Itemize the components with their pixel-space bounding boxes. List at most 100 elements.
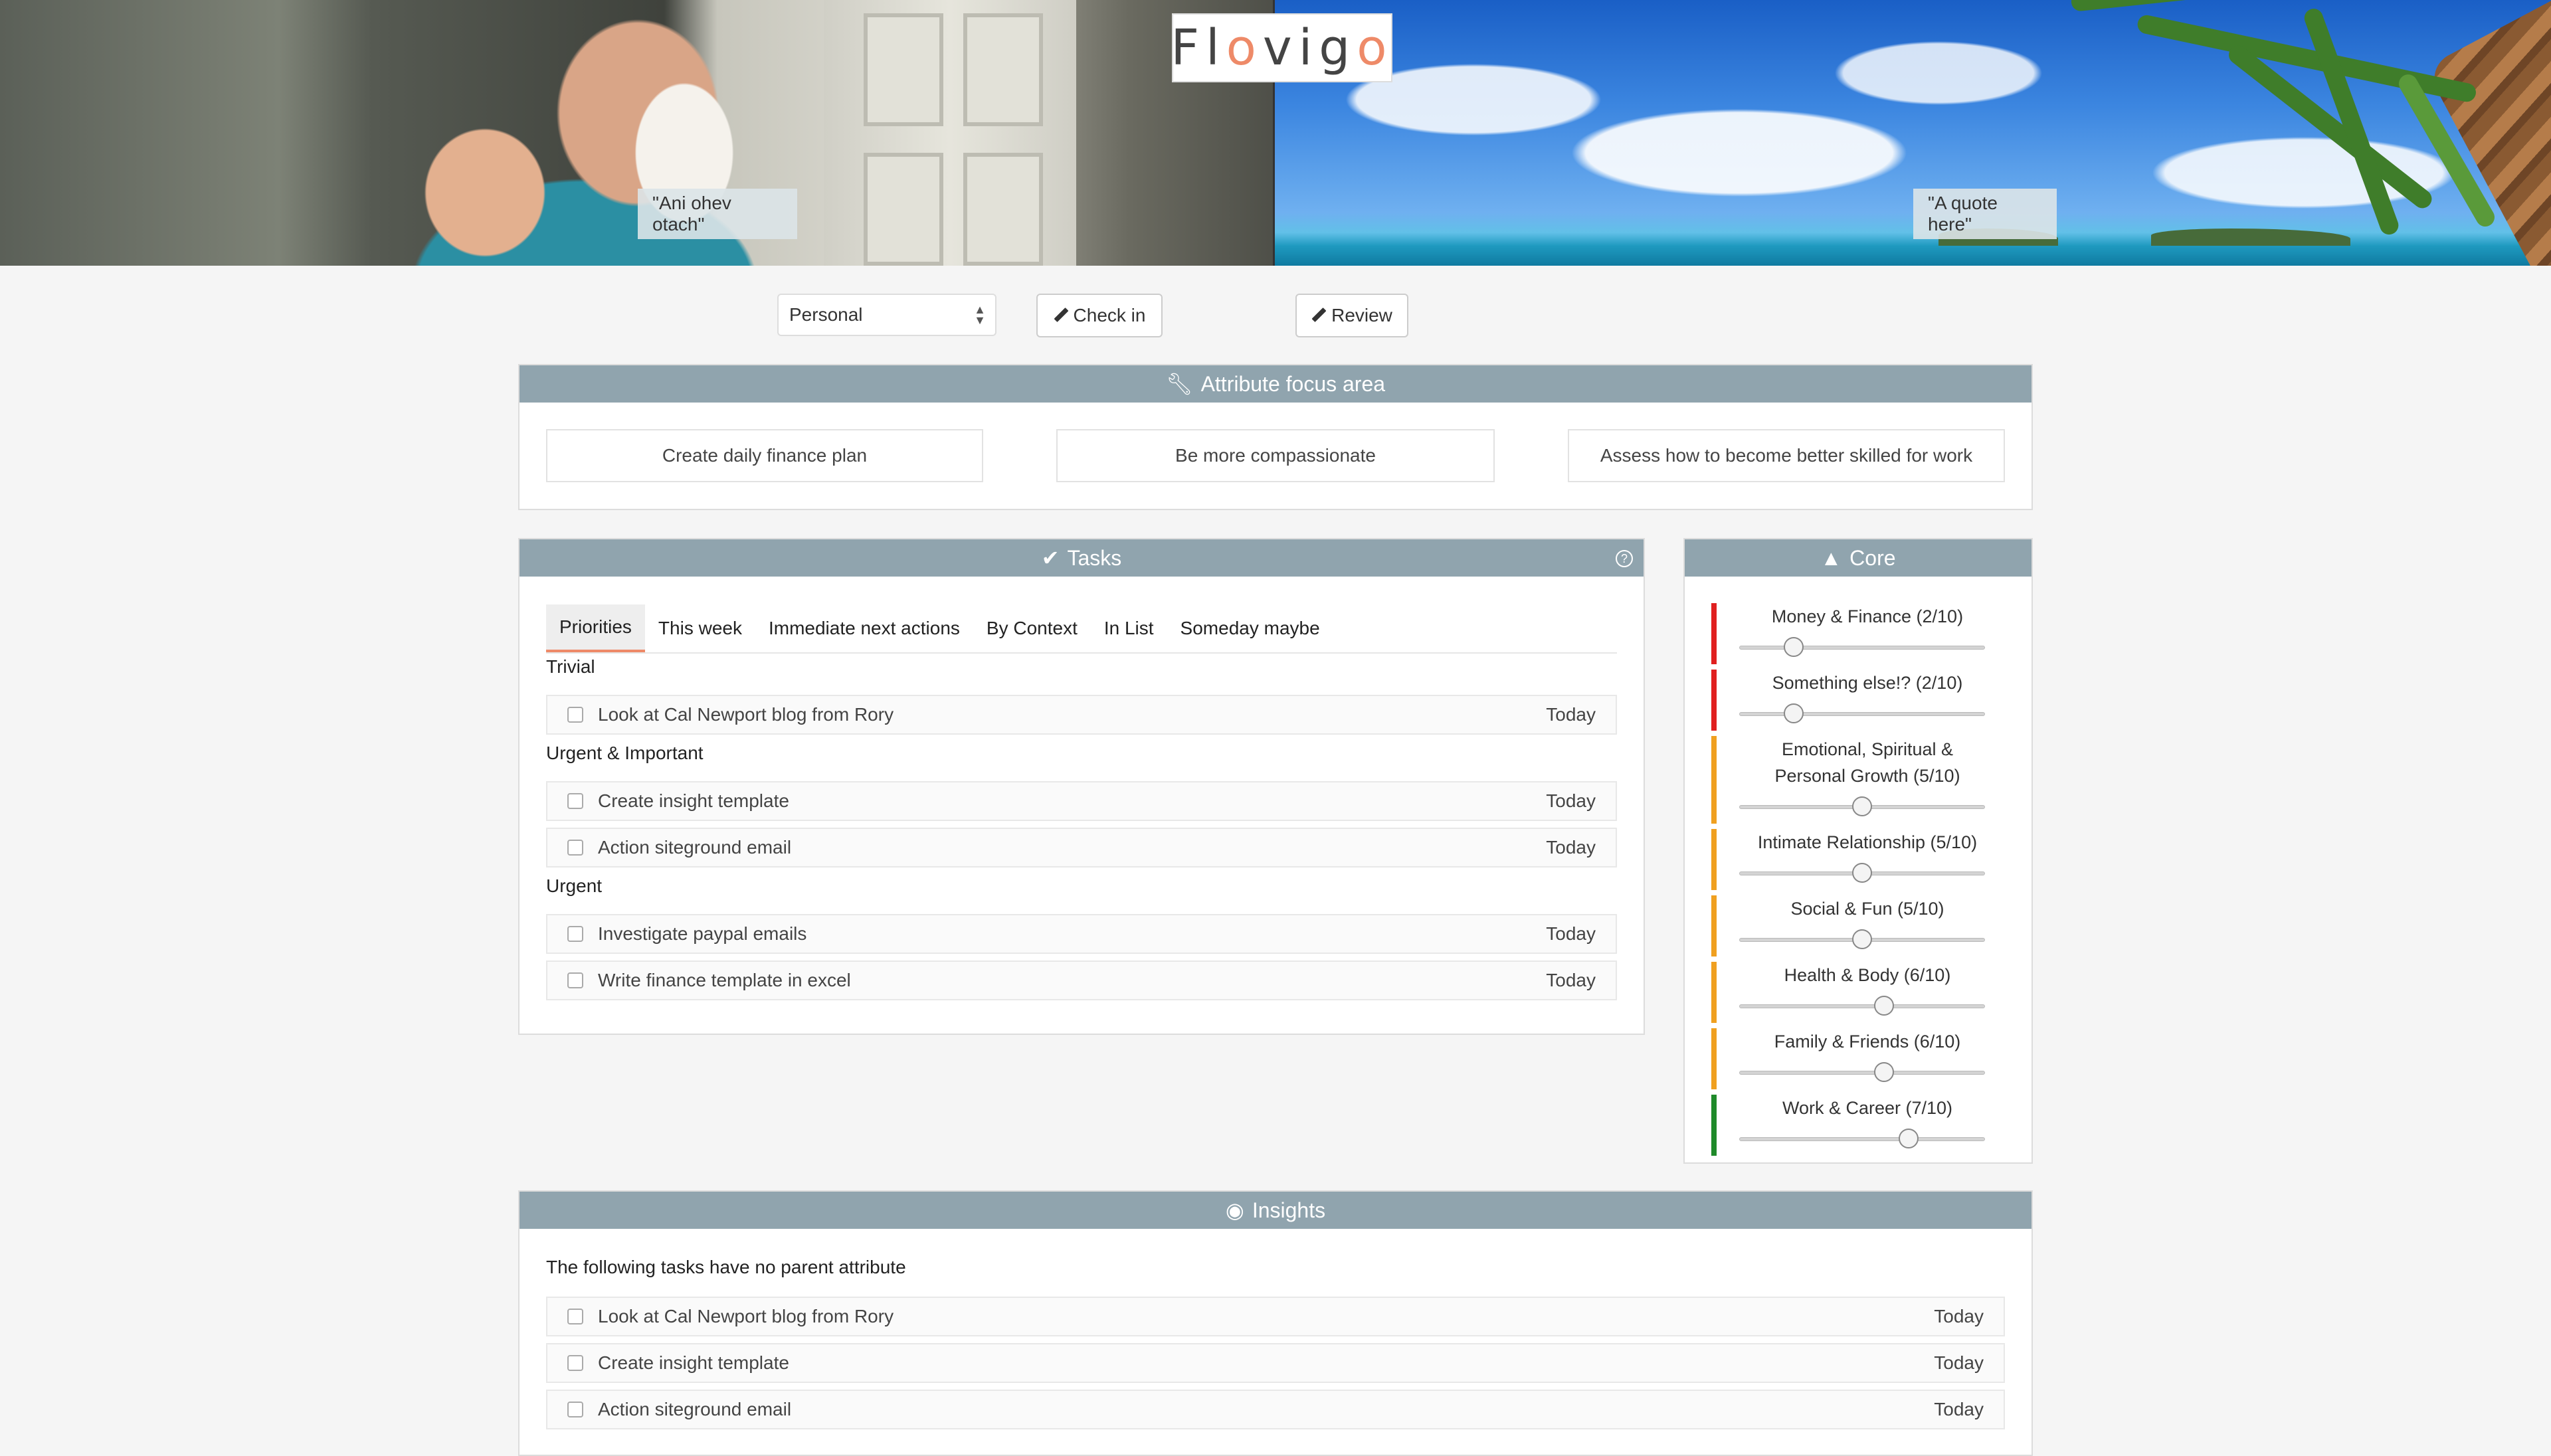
group-label-trivial: Trivial: [546, 656, 595, 677]
slider-knob[interactable]: [1852, 929, 1872, 949]
core-status-bar: [1711, 603, 1717, 664]
review-button[interactable]: Review: [1295, 294, 1408, 337]
core-status-bar: [1711, 1028, 1717, 1089]
insight-row[interactable]: Look at Cal Newport blog from Rory Today: [546, 1297, 2005, 1336]
core-label: Emotional, Spiritual & Personal Growth (…: [1774, 739, 1960, 786]
core-status-bar: [1711, 670, 1717, 731]
core-slider[interactable]: [1739, 863, 1985, 883]
header-banner: Fl o vig o "Ani ohev otach" "A quote here": [0, 0, 2551, 266]
task-checkbox[interactable]: [567, 926, 583, 942]
focus-item[interactable]: Assess how to become better skilled for …: [1568, 429, 2005, 482]
core-status-bar: [1711, 1095, 1717, 1156]
core-status-bar: [1711, 895, 1717, 956]
task-text: Look at Cal Newport blog from Rory: [598, 1306, 894, 1326]
pencil-icon: [1054, 308, 1068, 323]
focus-item[interactable]: Be more compassionate: [1056, 429, 1495, 482]
task-text: Look at Cal Newport blog from Rory: [598, 704, 894, 725]
check-in-button[interactable]: Check in: [1036, 294, 1163, 337]
task-row[interactable]: Action siteground email Today: [546, 828, 1617, 867]
area-select[interactable]: Personal ▲ ▼: [777, 294, 996, 336]
core-slider[interactable]: [1739, 703, 1985, 723]
pencil-icon: [1311, 308, 1326, 323]
help-icon[interactable]: ?: [1616, 550, 1633, 567]
slider-knob[interactable]: [1852, 863, 1872, 883]
task-text: Investigate paypal emails: [598, 923, 807, 944]
task-checkbox[interactable]: [567, 1355, 583, 1371]
attribute-focus-title: Attribute focus area: [1200, 371, 1386, 396]
core-label: Family & Friends (6/10): [1774, 1032, 1961, 1051]
core-slider[interactable]: [1739, 996, 1985, 1016]
insight-row[interactable]: Create insight template Today: [546, 1343, 2005, 1383]
task-checkbox[interactable]: [567, 707, 583, 723]
tab-in-list[interactable]: In List: [1091, 604, 1167, 652]
task-date: Today: [1546, 923, 1596, 944]
core-item: Money & Finance (2/10): [1711, 603, 1997, 664]
task-tabs: Priorities This week Immediate next acti…: [546, 604, 1617, 654]
insight-row[interactable]: Action siteground email Today: [546, 1390, 2005, 1429]
check-in-label: Check in: [1073, 305, 1146, 325]
tab-priorities[interactable]: Priorities: [546, 604, 645, 652]
core-item: Health & Body (6/10): [1711, 962, 1997, 1023]
core-item: Work & Career (7/10): [1711, 1095, 1997, 1156]
core-slider[interactable]: [1739, 796, 1985, 816]
core-status-bar: [1711, 829, 1717, 890]
task-date: Today: [1934, 1399, 1984, 1419]
task-row[interactable]: Create insight template Today: [546, 781, 1617, 821]
quote-right: "A quote here": [1913, 189, 2057, 239]
core-item: Intimate Relationship (5/10): [1711, 829, 1997, 890]
tasks-title: Tasks: [1067, 545, 1122, 570]
task-date: Today: [1546, 837, 1596, 858]
app-logo[interactable]: Fl o vig o: [1171, 13, 1392, 82]
group-label-urgent: Urgent: [546, 875, 603, 896]
slider-knob[interactable]: [1783, 637, 1804, 657]
tasks-header: ✔︎ Tasks ?: [520, 539, 1644, 577]
core-item: Emotional, Spiritual & Personal Growth (…: [1711, 736, 1997, 824]
tab-by-context[interactable]: By Context: [973, 604, 1091, 652]
tab-immediate-next-actions[interactable]: Immediate next actions: [755, 604, 973, 652]
road-icon: ▲: [1820, 545, 1842, 570]
select-arrows-icon: ▲ ▼: [974, 303, 986, 327]
insights-title: Insights: [1252, 1198, 1326, 1222]
slider-knob[interactable]: [1874, 996, 1895, 1016]
core-item: Something else!? (2/10): [1711, 670, 1997, 731]
slider-knob[interactable]: [1898, 1129, 1919, 1148]
task-date: Today: [1934, 1306, 1984, 1326]
task-checkbox[interactable]: [567, 1402, 583, 1417]
core-item: Family & Friends (6/10): [1711, 1028, 1997, 1089]
tab-someday-maybe[interactable]: Someday maybe: [1167, 604, 1333, 652]
area-select-value: Personal: [789, 304, 863, 325]
task-row[interactable]: Look at Cal Newport blog from Rory Today: [546, 695, 1617, 735]
header-photo-left: [0, 0, 1274, 266]
slider-knob[interactable]: [1852, 796, 1872, 816]
task-date: Today: [1546, 970, 1596, 990]
attribute-focus-header: 🔧︎ Attribute focus area: [520, 365, 2031, 403]
core-label: Social & Fun (5/10): [1790, 899, 1944, 919]
insights-subtitle: The following tasks have no parent attri…: [546, 1257, 906, 1277]
core-slider[interactable]: [1739, 1129, 1985, 1148]
core-label: Something else!? (2/10): [1772, 673, 1963, 693]
slider-knob[interactable]: [1783, 703, 1804, 723]
core-slider[interactable]: [1739, 1062, 1985, 1082]
core-slider[interactable]: [1739, 929, 1985, 949]
task-row[interactable]: Investigate paypal emails Today: [546, 914, 1617, 954]
task-text: Create insight template: [598, 1352, 789, 1373]
task-date: Today: [1546, 790, 1596, 811]
insights-header: ◉ Insights: [520, 1192, 2031, 1229]
core-slider[interactable]: [1739, 637, 1985, 657]
task-checkbox[interactable]: [567, 840, 583, 856]
task-checkbox[interactable]: [567, 972, 583, 988]
task-text: Action siteground email: [598, 837, 792, 858]
core-item: Social & Fun (5/10): [1711, 895, 1997, 956]
tab-this-week[interactable]: This week: [645, 604, 755, 652]
task-checkbox[interactable]: [567, 793, 583, 809]
quote-left: "Ani ohev otach": [638, 189, 797, 239]
task-text: Write finance template in excel: [598, 970, 851, 990]
focus-item[interactable]: Create daily finance plan: [546, 429, 983, 482]
task-date: Today: [1546, 704, 1596, 725]
core-status-bar: [1711, 962, 1717, 1023]
task-checkbox[interactable]: [567, 1309, 583, 1324]
slider-knob[interactable]: [1874, 1062, 1895, 1082]
core-label: Health & Body (6/10): [1784, 965, 1951, 985]
task-row[interactable]: Write finance template in excel Today: [546, 960, 1617, 1000]
eye-icon: ◉: [1225, 1198, 1244, 1222]
